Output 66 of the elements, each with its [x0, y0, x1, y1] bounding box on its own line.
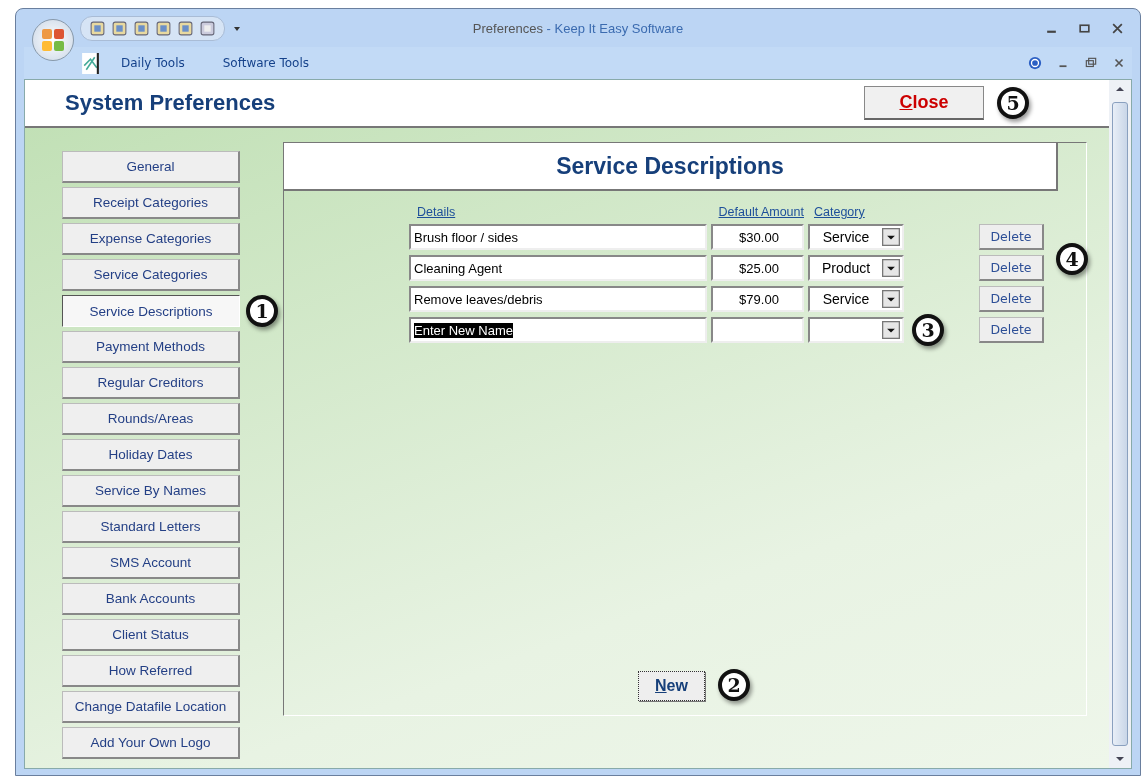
sidebar-item[interactable]: Client Status	[62, 619, 240, 651]
sidebar-item[interactable]: Change Datafile Location	[62, 691, 240, 723]
details-field[interactable]: Cleaning Agent	[409, 255, 707, 281]
maximize-icon[interactable]	[1078, 21, 1091, 35]
sidebar-item[interactable]: Regular Creditors	[62, 367, 240, 399]
delete-button[interactable]: Delete	[979, 317, 1044, 343]
toolbar-tool-icon[interactable]	[111, 19, 128, 37]
sidebar-item[interactable]: Receipt Categories	[62, 187, 240, 219]
sidebar-item[interactable]: SMS Account	[62, 547, 240, 579]
toolbar-tool-icon[interactable]	[89, 19, 106, 37]
callout-number: 3	[912, 314, 944, 346]
menu-tab[interactable]: Daily Tools	[121, 56, 185, 70]
details-field[interactable]: Brush floor / sides	[409, 224, 707, 250]
close-icon[interactable]	[1111, 21, 1124, 35]
sidebar-item[interactable]: How Referred	[62, 655, 240, 687]
amount-field[interactable]: $79.00	[711, 286, 804, 312]
sidebar-item[interactable]: Payment Methods	[62, 331, 240, 363]
app-logo-icon	[82, 52, 99, 74]
sidebar-item[interactable]: Service By Names	[62, 475, 240, 507]
column-header[interactable]: Details	[409, 205, 707, 219]
column-header[interactable]: Default Amount	[718, 205, 804, 219]
callout-number: 5	[997, 87, 1029, 119]
amount-field[interactable]	[711, 317, 804, 343]
window-title: Preferences	[472, 20, 543, 36]
category-dropdown[interactable]: Service	[808, 286, 904, 312]
sidebar-item[interactable]: Service Categories	[62, 259, 240, 291]
close-button[interactable]: Close	[864, 86, 984, 120]
sidebar-item[interactable]: Bank Accounts	[62, 583, 240, 615]
panel-title: Service Descriptions	[284, 143, 1058, 191]
category-dropdown[interactable]: Product	[808, 255, 904, 281]
delete-button[interactable]: Delete	[979, 286, 1044, 312]
sidebar-item[interactable]: Rounds/Areas	[62, 403, 240, 435]
delete-button[interactable]: Delete	[979, 224, 1044, 250]
scroll-down-icon[interactable]	[1115, 756, 1125, 762]
close-icon[interactable]	[1112, 56, 1126, 70]
callout-number: 4	[1056, 243, 1088, 275]
help-icon[interactable]	[1028, 56, 1042, 70]
toolbar-tool-icon[interactable]	[199, 19, 216, 37]
new-button[interactable]: New	[638, 671, 705, 701]
amount-field[interactable]: $25.00	[711, 255, 804, 281]
details-field[interactable]: Enter New Name	[409, 317, 707, 343]
delete-button[interactable]: Delete	[979, 255, 1044, 281]
restore-icon[interactable]	[1084, 56, 1098, 70]
page-title: System Preferences	[65, 90, 276, 116]
callout-number: 2	[718, 669, 750, 701]
sidebar-item[interactable]: Standard Letters	[62, 511, 240, 543]
details-field[interactable]: Remove leaves/debris	[409, 286, 707, 312]
customize-caret-icon[interactable]	[233, 24, 241, 32]
toolbar-tool-icon[interactable]	[133, 19, 150, 37]
toolbar-tool-icon[interactable]	[155, 19, 172, 37]
amount-field[interactable]: $30.00	[711, 224, 804, 250]
vertical-scrollbar[interactable]	[1109, 80, 1131, 768]
sidebar-item[interactable]: Add Your Own Logo	[62, 727, 240, 759]
sidebar-item[interactable]: Holiday Dates	[62, 439, 240, 471]
column-header[interactable]: Category	[808, 205, 904, 219]
toolbar-tool-icon[interactable]	[177, 19, 194, 37]
sidebar-item[interactable]: Expense Categories	[62, 223, 240, 255]
window-subtitle: - Keep It Easy Software	[546, 20, 684, 36]
callout-number: 1	[246, 295, 278, 327]
sidebar-item[interactable]: General	[62, 151, 240, 183]
sidebar-item[interactable]: Service Descriptions	[62, 295, 240, 327]
scroll-up-icon[interactable]	[1115, 86, 1125, 92]
office-orb-icon[interactable]	[32, 19, 74, 61]
category-dropdown[interactable]: Service	[808, 224, 904, 250]
scroll-thumb[interactable]	[1112, 102, 1128, 746]
menu-tab[interactable]: Software Tools	[222, 56, 310, 70]
